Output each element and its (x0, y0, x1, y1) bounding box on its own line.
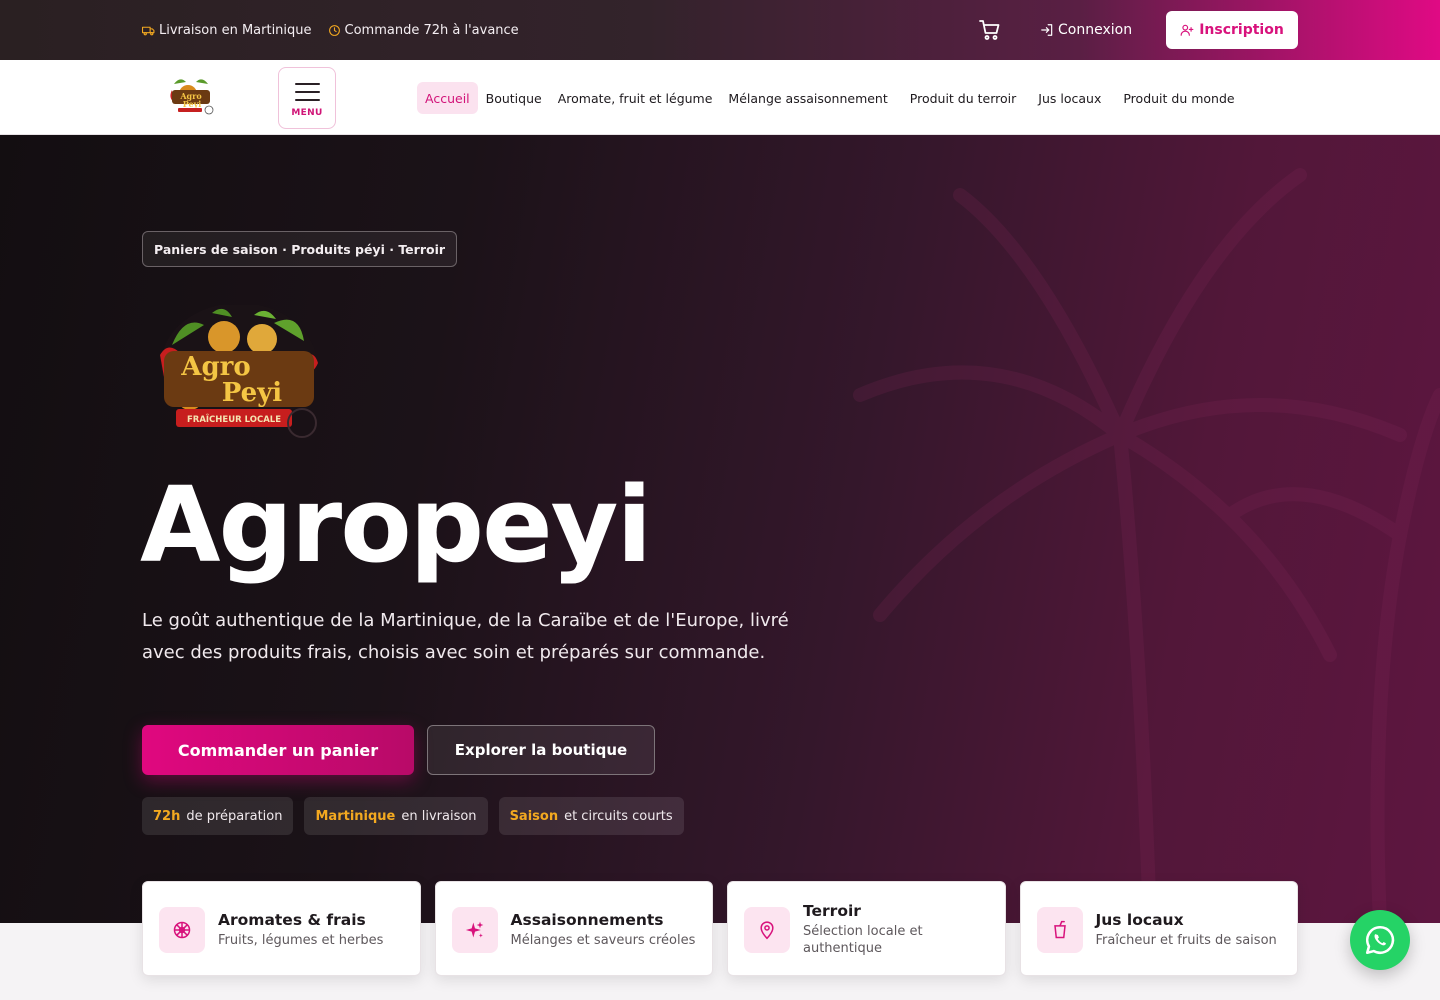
nav-link-monde[interactable]: Produit du monde (1115, 82, 1242, 114)
cart-icon[interactable] (978, 18, 1002, 42)
card-description: Sélection locale et authentique (803, 924, 923, 956)
svg-text:Peyi: Peyi (183, 99, 202, 109)
hero-section: Paniers de saison · Produits péyi · Terr… (0, 135, 1440, 923)
map-pin-icon (760, 921, 774, 940)
nav-links: Accueil Boutique Aromate, fruit et légum… (417, 82, 1243, 114)
card-icon-box (744, 907, 790, 953)
stat-badge: Saison et circuits courts (498, 797, 684, 835)
nav-link-aromate[interactable]: Aromate, fruit et légume (550, 82, 721, 114)
nav-link-jus[interactable]: Jus locaux (1030, 82, 1109, 114)
top-bar: Livraison en Martinique Commande 72h à l… (0, 0, 1440, 60)
stat-text: et circuits courts (564, 808, 673, 824)
card-icon-box (451, 907, 498, 953)
nav-link-melange[interactable]: Mélange assaisonnement (720, 82, 895, 114)
signup-button[interactable]: Inscription (1166, 11, 1298, 49)
login-link[interactable]: Connexion (1040, 18, 1132, 42)
cup-icon (1053, 920, 1066, 939)
hamburger-icon (295, 83, 320, 101)
login-label: Connexion (1058, 22, 1133, 38)
signup-label: Inscription (1199, 22, 1284, 38)
feature-card-terroir[interactable]: Terroir Sélection locale et authentique (727, 881, 1006, 976)
stat-badge: 72h de préparation (142, 797, 294, 835)
hero-eyebrow-badge: Paniers de saison · Produits péyi · Terr… (142, 231, 458, 267)
menu-label: MENU (291, 108, 323, 118)
user-plus-icon (1180, 24, 1194, 36)
stat-highlight: 72h (153, 808, 181, 824)
clock-icon (328, 24, 340, 36)
hero-title: Agropeyi (140, 464, 652, 586)
order-advance-text: Commande 72h à l'avance (344, 22, 519, 38)
whatsapp-button[interactable] (1350, 910, 1410, 970)
feature-card-aromates[interactable]: Aromates & frais Fruits, légumes et herb… (142, 881, 421, 976)
stat-highlight: Martinique (315, 808, 396, 824)
stat-text: en livraison (401, 808, 477, 824)
nav-link-boutique[interactable]: Boutique (478, 82, 550, 114)
topbar-info: Livraison en Martinique Commande 72h à l… (142, 0, 519, 60)
card-description: Fraîcheur et fruits de saison (1095, 932, 1277, 948)
card-description: Mélanges et saveurs créoles (510, 932, 696, 948)
card-title: Aromates & frais (218, 910, 366, 929)
hero-subtitle: Le goût authentique de la Martinique, de… (142, 610, 789, 663)
stat-text: de préparation (186, 808, 283, 824)
card-title: Jus locaux (1095, 910, 1184, 929)
flower-icon (173, 921, 191, 939)
nav-link-accueil[interactable]: Accueil (417, 82, 478, 114)
card-icon-box (1036, 907, 1083, 953)
feature-card-assaisonnements[interactable]: Assaisonnements Mélanges et saveurs créo… (434, 881, 713, 976)
card-description: Fruits, légumes et herbes (218, 932, 384, 948)
order-basket-button[interactable]: Commander un panier (142, 725, 414, 775)
whatsapp-icon (1365, 925, 1395, 955)
stat-badge: Martinique en livraison (304, 797, 488, 835)
login-icon (1041, 24, 1053, 36)
delivery-text: Livraison en Martinique (159, 22, 312, 38)
card-title: Assaisonnements (510, 910, 664, 929)
order-advance-info: Commande 72h à l'avance (328, 23, 519, 38)
card-title: Terroir (803, 902, 861, 920)
hero-stats: 72h de préparation Martinique en livrais… (142, 797, 684, 835)
stat-highlight: Saison (509, 808, 559, 824)
feature-card-jus[interactable]: Jus locaux Fraîcheur et fruits de saison (1019, 881, 1298, 976)
logo-text-peyi: Peyi (222, 378, 283, 408)
truck-icon (142, 26, 155, 35)
nav-link-terroir[interactable]: Produit du terroir (902, 82, 1025, 114)
sparkles-icon (465, 921, 483, 938)
delivery-info: Livraison en Martinique (142, 23, 312, 38)
card-icon-box (159, 907, 205, 953)
brand-logo[interactable]: Agro Peyi (166, 76, 216, 116)
menu-button[interactable]: MENU (278, 67, 336, 129)
hero-logo: Agro Peyi FRAÎCHEUR LOCALE (160, 305, 318, 438)
feature-cards: Aromates & frais Fruits, légumes et herb… (142, 881, 1298, 976)
explore-shop-button[interactable]: Explorer la boutique (427, 725, 655, 775)
logo-tagline: FRAÎCHEUR LOCALE (187, 413, 281, 425)
